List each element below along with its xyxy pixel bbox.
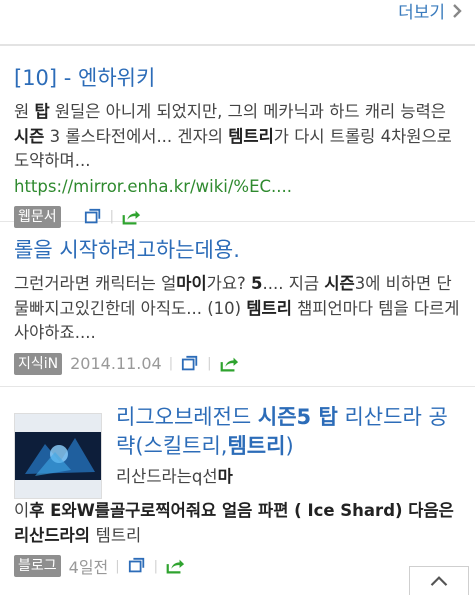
result-snippet-rest: 이후 E와W를골구로찍어줘요 얼음 파편 ( Ice Shard) 다음은 리산…: [14, 501, 454, 545]
source-badge: 웹문서: [14, 205, 61, 228]
source-badge: 지식iN: [14, 352, 63, 375]
divider: |: [207, 356, 212, 371]
result-date: 2014.11.04: [70, 354, 162, 373]
divider: |: [168, 356, 174, 371]
share-icon[interactable]: [165, 556, 185, 576]
result-thumbnail[interactable]: [14, 413, 102, 499]
result-card: [10] - 엔하위키 원 탑 원딜은 아니게 되었지만, 그의 메카닉과 하드…: [0, 46, 475, 228]
result-title[interactable]: 리그오브레전드 시즌5 탑 리산드라 공략(스킬트리,템트리): [116, 403, 461, 461]
source-badge: 블로그: [14, 555, 61, 577]
divider: |: [115, 558, 120, 574]
result-date: 4일전: [68, 558, 109, 577]
result-snippet: 원 탑 원딜은 아니게 되었지만, 그의 메카닉과 하드 캐리 능력은 시즌 3…: [14, 102, 452, 170]
share-icon[interactable]: [219, 354, 239, 374]
result-snippet-start: 리산드라는q선마: [116, 467, 233, 486]
result-card: 롤을 시작하려고하는데용. 그런거라면 캐릭터는 얼마이가요? 5.... 지금…: [0, 222, 475, 387]
result-url[interactable]: https://mirror.enha.kr/wiki/%EC....: [14, 175, 461, 199]
new-window-icon[interactable]: [127, 556, 147, 576]
more-label: 더보기: [398, 3, 445, 23]
result-title[interactable]: 롤을 시작하려고하는데용.: [14, 236, 461, 264]
result-meta: 블로그 4일전 | |: [14, 554, 461, 578]
chevron-up-icon: [429, 571, 449, 591]
chevron-right-icon: [447, 1, 467, 21]
new-window-icon[interactable]: [180, 354, 200, 374]
result-title[interactable]: [10] - 엔하위키: [14, 64, 461, 92]
scroll-top-button[interactable]: [409, 566, 469, 595]
divider: |: [153, 558, 159, 574]
share-icon[interactable]: [121, 207, 141, 227]
divider: |: [109, 209, 115, 224]
result-card: 리그오브레전드 시즌5 탑 리산드라 공략(스킬트리,템트리) 리산드라는q선마…: [0, 387, 475, 578]
result-meta: 지식iN 2014.11.04 | |: [14, 352, 461, 376]
new-window-icon[interactable]: [83, 207, 103, 227]
result-snippet: 그런거라면 캐릭터는 얼마이가요? 5.... 지금 시즌3에 비하면 단물빠지…: [14, 274, 460, 342]
more-link[interactable]: 더보기: [398, 0, 467, 23]
top-bar: 더보기: [0, 0, 475, 44]
